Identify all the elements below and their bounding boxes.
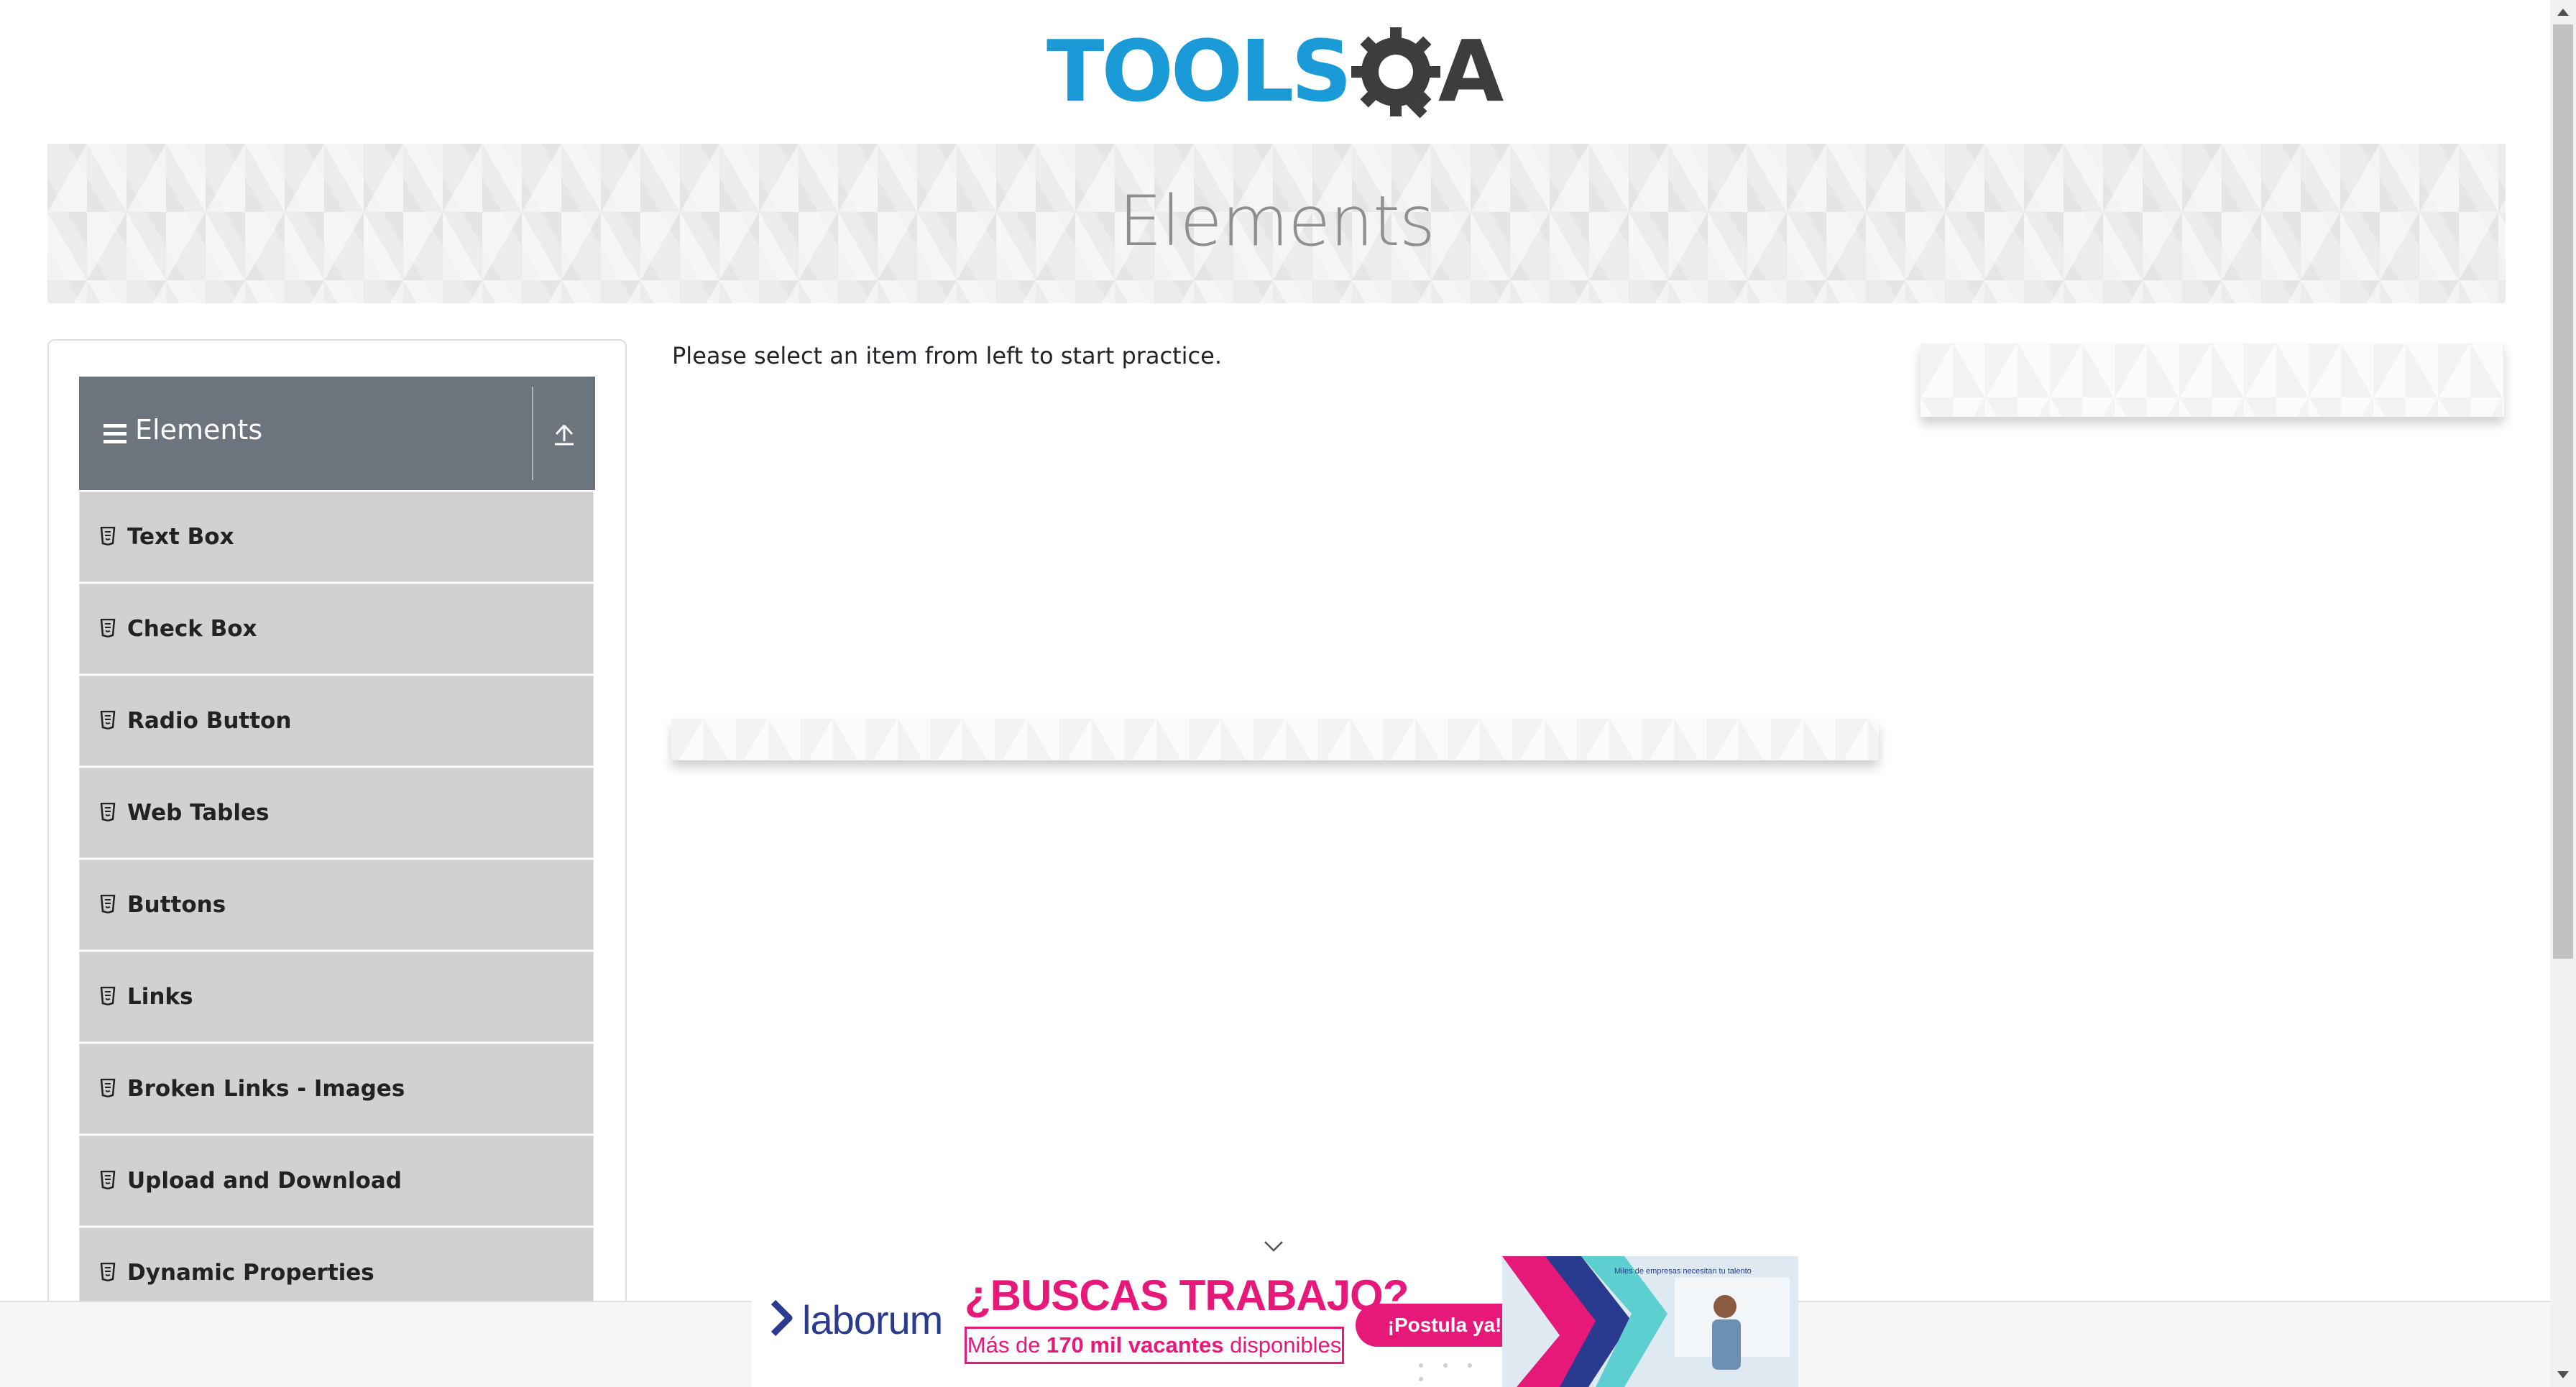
scrollbar-thumb[interactable] bbox=[2553, 24, 2573, 959]
document-icon bbox=[100, 1263, 116, 1281]
ad-banner[interactable]: laborum ¿BUSCAS TRABAJO? Más de 170 mil … bbox=[752, 1256, 1798, 1387]
ad-subline-prefix: Más de bbox=[967, 1332, 1047, 1358]
sidebar-item-label: Dynamic Properties bbox=[127, 1260, 374, 1286]
logo-text-a: A bbox=[1438, 22, 1504, 121]
sidebar-item-label: Text Box bbox=[127, 524, 234, 550]
sidebar-item-label: Broken Links - Images bbox=[127, 1076, 405, 1102]
scroll-up-icon[interactable] bbox=[2557, 9, 2569, 16]
ad-dots bbox=[1419, 1357, 1505, 1381]
document-icon bbox=[100, 527, 116, 545]
document-icon bbox=[100, 619, 116, 637]
sidebar-item-links[interactable]: Links bbox=[79, 951, 594, 1042]
ad-photo-caption: Miles de empresas necesitan tu talento bbox=[1614, 1267, 1752, 1276]
collapse-up-icon bbox=[555, 424, 574, 446]
instruction-text: Please select an item from left to start… bbox=[672, 342, 1222, 369]
document-icon bbox=[100, 987, 116, 1005]
sidebar-item-label: Radio Button bbox=[127, 708, 292, 734]
sidebar-item-web-tables[interactable]: Web Tables bbox=[79, 768, 594, 858]
group-title: Elements bbox=[135, 414, 263, 446]
sidebar-item-text-box[interactable]: Text Box bbox=[79, 492, 594, 582]
sidebar-panel: Elements Text Box Check Box Radio Button bbox=[47, 339, 627, 1387]
brand-chevron-icon bbox=[770, 1299, 793, 1337]
hamburger-icon bbox=[104, 424, 126, 444]
document-icon bbox=[100, 711, 116, 729]
document-icon bbox=[100, 1171, 116, 1189]
ad-subline-suffix: disponibles bbox=[1223, 1332, 1342, 1358]
ad-placeholder-middle bbox=[671, 719, 1879, 760]
collapse-group-button[interactable] bbox=[533, 377, 595, 490]
elements-group-header[interactable]: Elements bbox=[79, 377, 595, 490]
sidebar-item-radio-button[interactable]: Radio Button bbox=[79, 676, 594, 766]
page: TOOLS A Elements Elements Text Box Check… bbox=[0, 0, 2576, 1387]
ad-subline: Más de 170 mil vacantes disponibles bbox=[965, 1327, 1344, 1364]
ad-subline-bold: 170 mil vacantes bbox=[1046, 1332, 1224, 1358]
ad-placeholder-right bbox=[1920, 344, 2504, 417]
document-icon bbox=[100, 895, 116, 913]
chevron-down-icon[interactable] bbox=[1261, 1235, 1287, 1256]
document-icon bbox=[100, 1079, 116, 1097]
toolsqa-logo[interactable]: TOOLS A bbox=[1046, 22, 1509, 129]
sidebar-menu: Text Box Check Box Radio Button Web Tabl… bbox=[79, 492, 595, 1319]
document-icon bbox=[100, 803, 116, 821]
sidebar-item-label: Links bbox=[127, 984, 193, 1010]
sidebar-item-buttons[interactable]: Buttons bbox=[79, 860, 594, 950]
ad-headline: ¿BUSCAS TRABAJO? bbox=[965, 1271, 1409, 1319]
ad-photo-image: Miles de empresas necesitan tu talento bbox=[1502, 1256, 1798, 1387]
page-title: Elements bbox=[1118, 181, 1435, 262]
sidebar-item-label: Check Box bbox=[127, 616, 257, 642]
sidebar-item-upload-and-download[interactable]: Upload and Download bbox=[79, 1135, 594, 1226]
ad-brand-name: laborum bbox=[802, 1297, 943, 1342]
sidebar-item-label: Web Tables bbox=[127, 800, 270, 826]
page-banner: Elements bbox=[47, 144, 2506, 303]
sidebar-item-label: Buttons bbox=[127, 892, 226, 918]
sidebar-item-label: Upload and Download bbox=[127, 1168, 402, 1194]
scroll-down-icon[interactable] bbox=[2557, 1371, 2569, 1378]
logo-text-tools: TOOLS bbox=[1046, 22, 1352, 121]
sidebar-item-broken-links-images[interactable]: Broken Links - Images bbox=[79, 1043, 594, 1134]
sidebar-item-check-box[interactable]: Check Box bbox=[79, 584, 594, 674]
page-scrollbar[interactable] bbox=[2550, 0, 2576, 1387]
